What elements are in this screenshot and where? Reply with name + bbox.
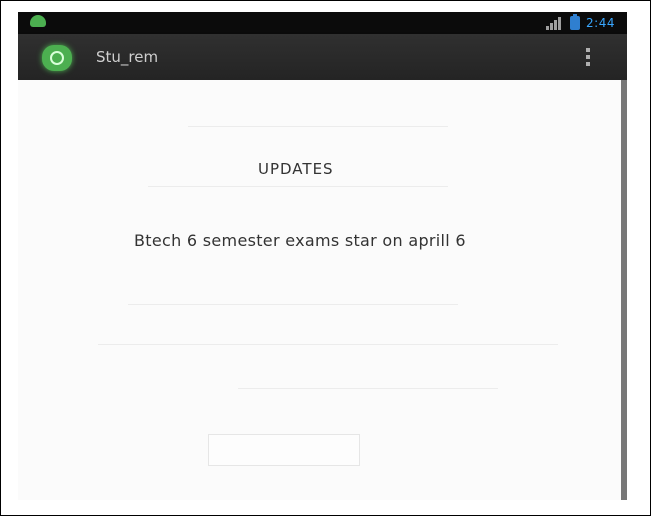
faint-button[interactable] xyxy=(208,434,360,466)
update-message: Btech 6 semester exams star on aprill 6 xyxy=(134,231,466,250)
faint-divider xyxy=(98,344,558,345)
app-logo-icon[interactable] xyxy=(42,45,72,71)
overflow-menu-icon[interactable] xyxy=(586,48,590,66)
app-title: Stu_rem xyxy=(96,48,159,66)
battery-icon xyxy=(570,14,581,30)
faint-divider xyxy=(188,126,448,127)
status-bar: 2:44 xyxy=(18,12,627,34)
status-time: 2:44 xyxy=(586,16,615,30)
phone-screen: 2:44 Stu_rem UPDATES Btech 6 semester ex… xyxy=(18,12,627,500)
android-icon xyxy=(30,15,46,27)
scrollbar[interactable] xyxy=(621,80,627,500)
faint-divider xyxy=(148,186,448,187)
faint-divider xyxy=(238,388,498,389)
signal-icon xyxy=(546,16,564,30)
status-right-group: 2:44 xyxy=(546,14,615,31)
faint-divider xyxy=(128,304,458,305)
updates-heading: UPDATES xyxy=(258,160,334,178)
action-bar: Stu_rem xyxy=(18,34,627,80)
